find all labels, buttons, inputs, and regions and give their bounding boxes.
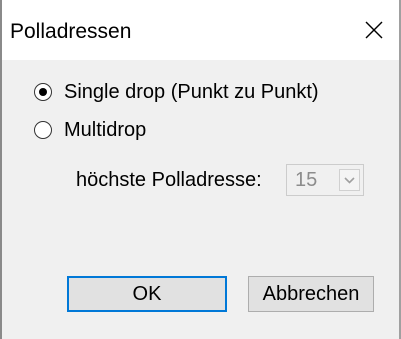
- dialog-window: Polladressen Single drop (Punkt zu Punkt…: [0, 0, 401, 339]
- close-button[interactable]: [352, 8, 396, 52]
- window-title: Polladressen: [10, 20, 132, 43]
- dropdown-button[interactable]: [339, 169, 360, 191]
- close-icon: [365, 21, 383, 39]
- highest-poll-address-combobox[interactable]: 15: [286, 164, 364, 196]
- dialog-body: Single drop (Punkt zu Punkt) Multidrop h…: [2, 60, 399, 339]
- cancel-button[interactable]: Abbrechen: [248, 276, 374, 312]
- title-bar[interactable]: Polladressen: [2, 0, 399, 60]
- single-drop-label: Single drop (Punkt zu Punkt): [64, 81, 319, 103]
- multidrop-radio[interactable]: [34, 121, 52, 139]
- highest-poll-address-value: 15: [295, 169, 318, 191]
- ok-button[interactable]: OK: [67, 276, 227, 312]
- single-drop-radio[interactable]: [34, 83, 52, 101]
- highest-poll-address-label: höchste Polladresse:: [76, 169, 262, 191]
- single-drop-option[interactable]: Single drop (Punkt zu Punkt): [34, 80, 319, 104]
- chevron-down-icon: [344, 176, 355, 184]
- multidrop-option[interactable]: Multidrop: [34, 118, 146, 142]
- multidrop-label: Multidrop: [64, 119, 147, 141]
- radio-selected-dot: [39, 88, 47, 96]
